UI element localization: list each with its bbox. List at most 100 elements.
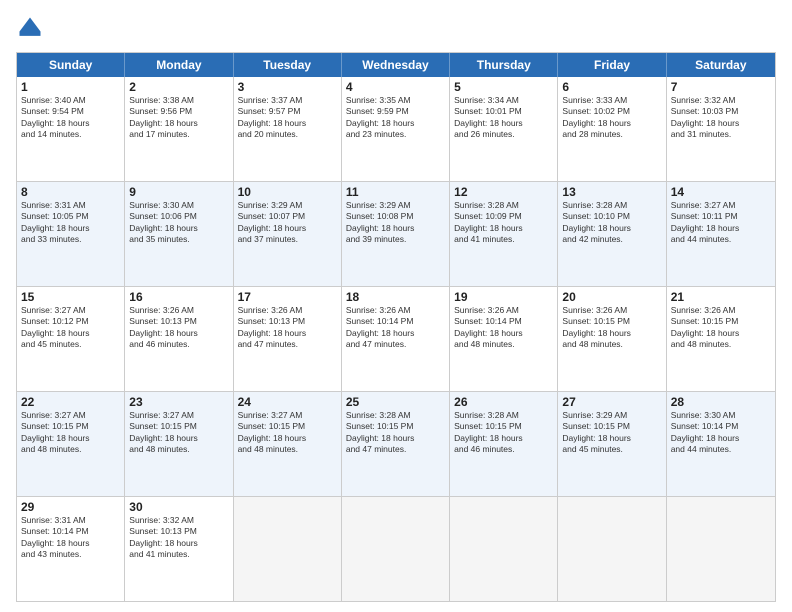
calendar-cell <box>667 497 775 601</box>
calendar-week-5: 29Sunrise: 3:31 AMSunset: 10:14 PMDaylig… <box>17 497 775 601</box>
calendar-cell: 1Sunrise: 3:40 AMSunset: 9:54 PMDaylight… <box>17 77 125 181</box>
header-day-monday: Monday <box>125 53 233 77</box>
calendar-cell: 8Sunrise: 3:31 AMSunset: 10:05 PMDayligh… <box>17 182 125 286</box>
header-day-thursday: Thursday <box>450 53 558 77</box>
day-number: 19 <box>454 290 553 304</box>
day-info: Sunrise: 3:27 AMSunset: 10:15 PMDaylight… <box>238 410 337 456</box>
day-number: 12 <box>454 185 553 199</box>
day-info: Sunrise: 3:26 AMSunset: 10:15 PMDaylight… <box>562 305 661 351</box>
day-info: Sunrise: 3:26 AMSunset: 10:13 PMDaylight… <box>129 305 228 351</box>
day-info: Sunrise: 3:31 AMSunset: 10:14 PMDaylight… <box>21 515 120 561</box>
calendar-week-2: 8Sunrise: 3:31 AMSunset: 10:05 PMDayligh… <box>17 182 775 287</box>
day-number: 5 <box>454 80 553 94</box>
day-info: Sunrise: 3:28 AMSunset: 10:10 PMDaylight… <box>562 200 661 246</box>
day-info: Sunrise: 3:37 AMSunset: 9:57 PMDaylight:… <box>238 95 337 141</box>
calendar-cell: 11Sunrise: 3:29 AMSunset: 10:08 PMDaylig… <box>342 182 450 286</box>
day-number: 13 <box>562 185 661 199</box>
day-info: Sunrise: 3:26 AMSunset: 10:14 PMDaylight… <box>454 305 553 351</box>
day-number: 27 <box>562 395 661 409</box>
day-number: 14 <box>671 185 771 199</box>
day-number: 7 <box>671 80 771 94</box>
calendar-cell: 27Sunrise: 3:29 AMSunset: 10:15 PMDaylig… <box>558 392 666 496</box>
day-number: 10 <box>238 185 337 199</box>
calendar-cell <box>234 497 342 601</box>
calendar-week-1: 1Sunrise: 3:40 AMSunset: 9:54 PMDaylight… <box>17 77 775 182</box>
page: SundayMondayTuesdayWednesdayThursdayFrid… <box>0 0 792 612</box>
day-number: 6 <box>562 80 661 94</box>
day-number: 29 <box>21 500 120 514</box>
calendar-cell: 29Sunrise: 3:31 AMSunset: 10:14 PMDaylig… <box>17 497 125 601</box>
day-number: 3 <box>238 80 337 94</box>
day-info: Sunrise: 3:35 AMSunset: 9:59 PMDaylight:… <box>346 95 445 141</box>
calendar-cell: 28Sunrise: 3:30 AMSunset: 10:14 PMDaylig… <box>667 392 775 496</box>
day-info: Sunrise: 3:29 AMSunset: 10:07 PMDaylight… <box>238 200 337 246</box>
calendar-cell: 7Sunrise: 3:32 AMSunset: 10:03 PMDayligh… <box>667 77 775 181</box>
day-info: Sunrise: 3:26 AMSunset: 10:13 PMDaylight… <box>238 305 337 351</box>
calendar-cell: 15Sunrise: 3:27 AMSunset: 10:12 PMDaylig… <box>17 287 125 391</box>
calendar-cell: 19Sunrise: 3:26 AMSunset: 10:14 PMDaylig… <box>450 287 558 391</box>
calendar-cell: 6Sunrise: 3:33 AMSunset: 10:02 PMDayligh… <box>558 77 666 181</box>
day-info: Sunrise: 3:28 AMSunset: 10:15 PMDaylight… <box>346 410 445 456</box>
calendar-cell: 14Sunrise: 3:27 AMSunset: 10:11 PMDaylig… <box>667 182 775 286</box>
day-info: Sunrise: 3:26 AMSunset: 10:14 PMDaylight… <box>346 305 445 351</box>
day-info: Sunrise: 3:26 AMSunset: 10:15 PMDaylight… <box>671 305 771 351</box>
logo <box>16 14 48 42</box>
calendar-cell: 10Sunrise: 3:29 AMSunset: 10:07 PMDaylig… <box>234 182 342 286</box>
day-number: 16 <box>129 290 228 304</box>
day-info: Sunrise: 3:33 AMSunset: 10:02 PMDaylight… <box>562 95 661 141</box>
day-number: 24 <box>238 395 337 409</box>
header-day-sunday: Sunday <box>17 53 125 77</box>
calendar-cell: 22Sunrise: 3:27 AMSunset: 10:15 PMDaylig… <box>17 392 125 496</box>
day-info: Sunrise: 3:32 AMSunset: 10:03 PMDaylight… <box>671 95 771 141</box>
day-number: 28 <box>671 395 771 409</box>
calendar-week-3: 15Sunrise: 3:27 AMSunset: 10:12 PMDaylig… <box>17 287 775 392</box>
day-number: 30 <box>129 500 228 514</box>
calendar-week-4: 22Sunrise: 3:27 AMSunset: 10:15 PMDaylig… <box>17 392 775 497</box>
calendar-cell: 30Sunrise: 3:32 AMSunset: 10:13 PMDaylig… <box>125 497 233 601</box>
header-day-wednesday: Wednesday <box>342 53 450 77</box>
day-info: Sunrise: 3:29 AMSunset: 10:15 PMDaylight… <box>562 410 661 456</box>
calendar-cell: 20Sunrise: 3:26 AMSunset: 10:15 PMDaylig… <box>558 287 666 391</box>
day-number: 15 <box>21 290 120 304</box>
day-number: 8 <box>21 185 120 199</box>
day-number: 21 <box>671 290 771 304</box>
day-number: 18 <box>346 290 445 304</box>
calendar-cell: 12Sunrise: 3:28 AMSunset: 10:09 PMDaylig… <box>450 182 558 286</box>
calendar-cell: 25Sunrise: 3:28 AMSunset: 10:15 PMDaylig… <box>342 392 450 496</box>
day-number: 26 <box>454 395 553 409</box>
calendar-cell: 2Sunrise: 3:38 AMSunset: 9:56 PMDaylight… <box>125 77 233 181</box>
calendar-cell: 3Sunrise: 3:37 AMSunset: 9:57 PMDaylight… <box>234 77 342 181</box>
calendar-cell <box>450 497 558 601</box>
day-number: 1 <box>21 80 120 94</box>
header-day-tuesday: Tuesday <box>234 53 342 77</box>
day-number: 23 <box>129 395 228 409</box>
day-number: 11 <box>346 185 445 199</box>
logo-icon <box>16 14 44 42</box>
calendar-cell: 26Sunrise: 3:28 AMSunset: 10:15 PMDaylig… <box>450 392 558 496</box>
day-info: Sunrise: 3:28 AMSunset: 10:09 PMDaylight… <box>454 200 553 246</box>
calendar-cell: 4Sunrise: 3:35 AMSunset: 9:59 PMDaylight… <box>342 77 450 181</box>
calendar-body: 1Sunrise: 3:40 AMSunset: 9:54 PMDaylight… <box>17 77 775 601</box>
day-info: Sunrise: 3:27 AMSunset: 10:15 PMDaylight… <box>21 410 120 456</box>
calendar-cell: 9Sunrise: 3:30 AMSunset: 10:06 PMDayligh… <box>125 182 233 286</box>
calendar-cell <box>558 497 666 601</box>
calendar-cell: 16Sunrise: 3:26 AMSunset: 10:13 PMDaylig… <box>125 287 233 391</box>
calendar: SundayMondayTuesdayWednesdayThursdayFrid… <box>16 52 776 602</box>
calendar-header-row: SundayMondayTuesdayWednesdayThursdayFrid… <box>17 53 775 77</box>
day-number: 4 <box>346 80 445 94</box>
day-info: Sunrise: 3:27 AMSunset: 10:12 PMDaylight… <box>21 305 120 351</box>
header <box>16 14 776 42</box>
day-info: Sunrise: 3:30 AMSunset: 10:06 PMDaylight… <box>129 200 228 246</box>
day-info: Sunrise: 3:30 AMSunset: 10:14 PMDaylight… <box>671 410 771 456</box>
calendar-cell: 17Sunrise: 3:26 AMSunset: 10:13 PMDaylig… <box>234 287 342 391</box>
calendar-cell: 5Sunrise: 3:34 AMSunset: 10:01 PMDayligh… <box>450 77 558 181</box>
day-info: Sunrise: 3:38 AMSunset: 9:56 PMDaylight:… <box>129 95 228 141</box>
calendar-cell <box>342 497 450 601</box>
day-info: Sunrise: 3:27 AMSunset: 10:11 PMDaylight… <box>671 200 771 246</box>
calendar-cell: 21Sunrise: 3:26 AMSunset: 10:15 PMDaylig… <box>667 287 775 391</box>
day-number: 9 <box>129 185 228 199</box>
day-info: Sunrise: 3:34 AMSunset: 10:01 PMDaylight… <box>454 95 553 141</box>
day-number: 2 <box>129 80 228 94</box>
calendar-cell: 24Sunrise: 3:27 AMSunset: 10:15 PMDaylig… <box>234 392 342 496</box>
day-info: Sunrise: 3:31 AMSunset: 10:05 PMDaylight… <box>21 200 120 246</box>
